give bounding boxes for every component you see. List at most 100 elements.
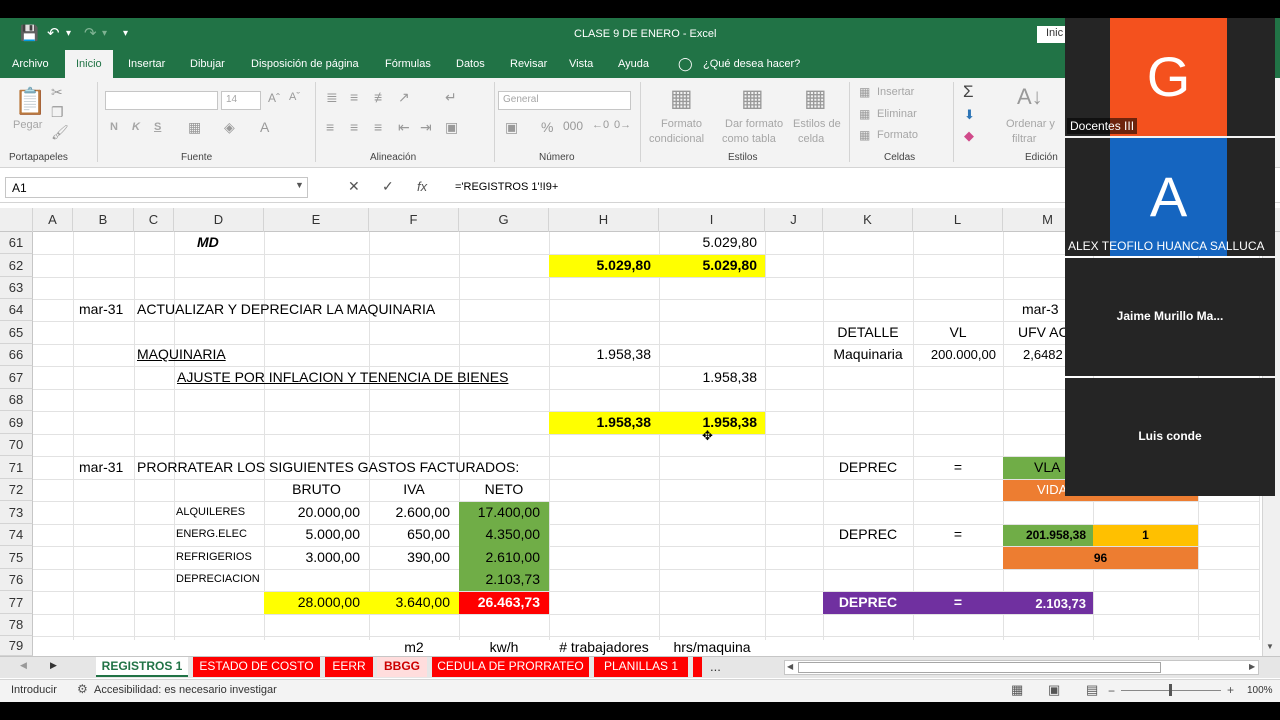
cell-m65[interactable]: UFV AC [1018, 324, 1069, 340]
participant-tile[interactable]: A ALEX TEOFILO HUANCA SALLUCA [1065, 138, 1275, 256]
wrap-text-icon[interactable]: ↵ [445, 89, 457, 106]
cell-e72[interactable]: BRUTO [264, 481, 369, 497]
tab-dibujar[interactable]: Dibujar [190, 50, 225, 78]
cell-b64[interactable]: mar-31 [79, 301, 123, 317]
cell-c71[interactable]: PRORRATEAR LOS SIGUIENTES GASTOS FACTURA… [137, 459, 519, 475]
cell-g76[interactable]: 2.103,73 [459, 571, 541, 587]
autosum-icon[interactable]: Σ [963, 82, 974, 102]
decrease-indent-icon[interactable]: ⇤ [398, 119, 410, 136]
tab-vista[interactable]: Vista [569, 50, 593, 78]
row-header[interactable]: 72 [0, 479, 33, 501]
participant-tile[interactable]: Jaime Murillo Ma... [1065, 258, 1275, 376]
row-header[interactable]: 71 [0, 456, 33, 479]
column-header[interactable]: B [73, 208, 134, 232]
cell-l74[interactable]: = [913, 526, 1003, 542]
cell-l71[interactable]: = [913, 459, 1003, 475]
format-cells-label[interactable]: Formato [877, 129, 918, 141]
cell-f75[interactable]: 390,00 [369, 549, 450, 565]
cell-d61[interactable]: MD [197, 234, 219, 250]
zoom-out-icon[interactable]: − [1108, 684, 1115, 698]
delete-cells-label[interactable]: Eliminar [877, 108, 917, 120]
column-header[interactable]: A [33, 208, 73, 232]
scroll-right-icon[interactable]: ▶ [1249, 662, 1255, 671]
cell-f74[interactable]: 650,00 [369, 526, 450, 542]
sheet-tab-partial[interactable] [693, 657, 702, 677]
next-sheet-icon[interactable]: ▶ [50, 660, 57, 671]
name-box[interactable]: A1 [5, 177, 308, 198]
row-header[interactable]: 73 [0, 501, 33, 524]
underline-button[interactable]: S [154, 121, 161, 133]
row-header[interactable]: 68 [0, 389, 33, 411]
cell-m72[interactable]: VIDA [1037, 482, 1067, 497]
undo-icon[interactable]: ↶ [47, 24, 60, 42]
row-header[interactable]: 62 [0, 254, 33, 277]
format-as-table-icon[interactable]: ▦ [741, 84, 764, 113]
comma-style-icon[interactable]: 000 [563, 119, 583, 133]
tab-revisar[interactable]: Revisar [510, 50, 547, 78]
cell-f77[interactable]: 3.640,00 [369, 594, 451, 610]
accessibility-icon[interactable]: ⚙ [77, 682, 88, 696]
cell-c66[interactable]: MAQUINARIA [137, 346, 226, 362]
save-icon[interactable]: 💾 [20, 24, 39, 42]
row-header[interactable]: 63 [0, 277, 33, 299]
row-header[interactable]: 65 [0, 321, 33, 344]
cell-h79[interactable]: # trabajadores [549, 639, 659, 655]
cell-g74[interactable]: 4.350,00 [459, 526, 541, 542]
format-painter-icon[interactable]: 🖌 [51, 124, 69, 141]
tab-formulas[interactable]: Fórmulas [385, 50, 431, 78]
align-middle-icon[interactable]: ≡ [350, 89, 358, 105]
tab-datos[interactable]: Datos [456, 50, 485, 78]
enter-icon[interactable]: ✓ [382, 178, 394, 195]
align-left-icon[interactable]: ≡ [326, 119, 334, 135]
font-size-combo[interactable]: 14 [221, 91, 261, 110]
increase-decimal-icon[interactable]: ←0 [592, 119, 609, 131]
clear-icon[interactable]: ◆ [964, 128, 974, 144]
select-all-corner[interactable] [0, 208, 33, 232]
column-header[interactable]: L [913, 208, 1003, 232]
font-name-combo[interactable] [105, 91, 218, 110]
cell-g79[interactable]: kw/h [459, 639, 549, 655]
column-header[interactable]: J [765, 208, 823, 232]
sheet-tab-cedula-prorrateo[interactable]: CEDULA DE PRORRATEO [432, 657, 589, 677]
row-header[interactable]: 79 [0, 636, 33, 656]
accessibility-status[interactable]: Accesibilidad: es necesario investigar [94, 684, 277, 696]
cell-m77[interactable]: 2.103,73 [1003, 596, 1086, 611]
cell-f73[interactable]: 2.600,00 [369, 504, 451, 520]
row-header[interactable]: 70 [0, 434, 33, 456]
row-header[interactable]: 61 [0, 232, 33, 254]
tab-ayuda[interactable]: Ayuda [618, 50, 649, 78]
insert-cells-label[interactable]: Insertar [877, 86, 914, 98]
scroll-down-icon[interactable]: ▼ [1266, 642, 1274, 651]
cell-g77[interactable]: 26.463,73 [459, 594, 540, 610]
orientation-icon[interactable]: ↗ [398, 89, 410, 106]
row-header[interactable]: 78 [0, 614, 33, 636]
cell-n74[interactable]: 1 [1093, 528, 1198, 542]
cell-k77[interactable]: DEPREC [823, 594, 913, 610]
cell-m64[interactable]: mar-3 [1022, 301, 1059, 317]
cell-k71[interactable]: DEPREC [823, 459, 913, 475]
cell-e73[interactable]: 20.000,00 [264, 504, 360, 520]
row-header[interactable]: 69 [0, 411, 33, 434]
decrease-decimal-icon[interactable]: 0→ [614, 119, 631, 131]
row-header[interactable]: 74 [0, 524, 33, 546]
sheet-tab-eerr[interactable]: EERR [325, 657, 373, 677]
italic-button[interactable]: K [132, 121, 140, 133]
page-break-icon[interactable]: ▤ [1086, 682, 1098, 698]
cell-d74[interactable]: ENERG.ELEC [176, 528, 247, 540]
number-format-combo[interactable]: General [498, 91, 631, 110]
tab-inicio[interactable]: Inicio [65, 50, 113, 78]
cell-m66[interactable]: 2,6482 [1023, 347, 1063, 362]
cell-f79[interactable]: m2 [369, 639, 459, 655]
column-header[interactable]: D [174, 208, 264, 232]
cell-l66[interactable]: 200.000,00 [913, 347, 996, 362]
zoom-level[interactable]: 100% [1247, 685, 1273, 696]
column-header[interactable]: G [459, 208, 549, 232]
sheet-tab-bbgg[interactable]: BBGG [377, 657, 427, 677]
cell-e74[interactable]: 5.000,00 [264, 526, 361, 542]
row-header[interactable]: 67 [0, 366, 33, 389]
column-header[interactable]: H [549, 208, 659, 232]
cell-b71[interactable]: mar-31 [79, 459, 123, 475]
cancel-icon[interactable]: ✕ [348, 178, 360, 195]
cell-l65[interactable]: VL [913, 324, 1003, 340]
paste-icon[interactable]: 📋 [14, 86, 46, 117]
